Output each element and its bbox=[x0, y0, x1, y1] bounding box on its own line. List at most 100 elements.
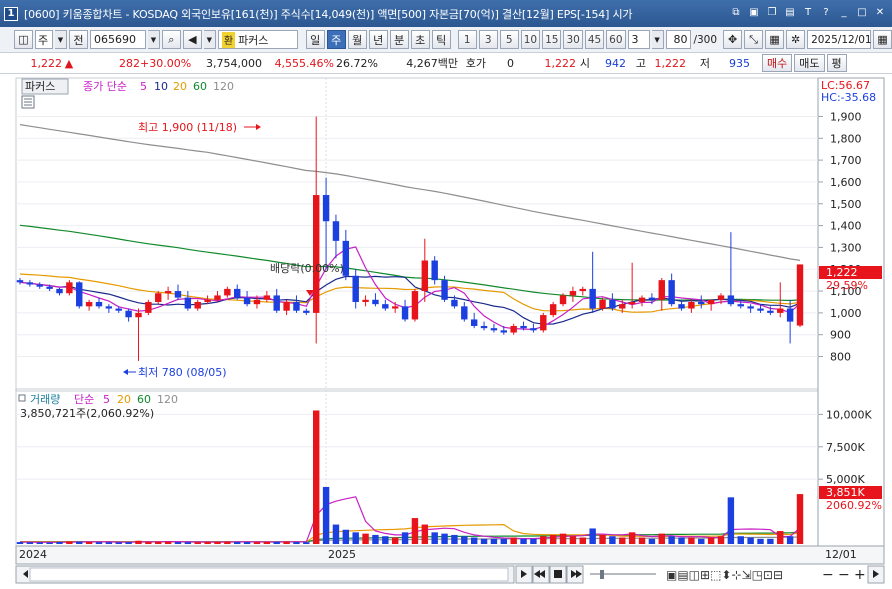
interval-5[interactable]: 5 bbox=[499, 30, 519, 49]
interval-input[interactable]: 3 bbox=[627, 30, 650, 49]
maximize-icon[interactable]: □ bbox=[856, 6, 868, 18]
interval-3[interactable]: 3 bbox=[478, 30, 498, 49]
chevron-down-icon[interactable]: ▼ bbox=[203, 30, 216, 49]
volume-bar bbox=[36, 542, 43, 544]
up-arrow-icon: ▲ bbox=[64, 56, 74, 70]
chart-svg[interactable]: 1,9001,8001,7001,6001,5001,4001,3001,200… bbox=[0, 74, 892, 589]
zoom-in-icon[interactable]: + bbox=[854, 567, 866, 583]
tool-icon[interactable]: ⤡ bbox=[744, 30, 764, 49]
period-year[interactable]: 년 bbox=[368, 30, 388, 49]
volume-bar bbox=[411, 518, 419, 544]
market-select[interactable]: 주 bbox=[35, 30, 53, 49]
search-icon[interactable]: ⌕ bbox=[161, 30, 181, 49]
period-week[interactable]: 주 bbox=[326, 30, 346, 49]
link-icon[interactable]: ⧉ bbox=[730, 6, 742, 18]
view-icons[interactable]: ▣▤◫⊞⬚⬍⊹⇲◳⊡⊟ bbox=[666, 568, 783, 582]
volume-bar bbox=[707, 537, 715, 544]
candle-body bbox=[184, 297, 192, 309]
open-value: 942 bbox=[605, 56, 626, 70]
volume-rate: 4,555.46% bbox=[274, 56, 334, 70]
volume-bar bbox=[263, 541, 271, 544]
candle-body bbox=[767, 310, 774, 313]
volume-bar bbox=[737, 536, 744, 544]
candle-body bbox=[46, 286, 53, 289]
lock-icon[interactable]: ▣ bbox=[748, 6, 760, 18]
candle-body bbox=[549, 304, 557, 316]
candle-body bbox=[520, 325, 527, 329]
volume-ma-label: 단순 bbox=[74, 393, 94, 406]
calendar-icon[interactable]: ▦ bbox=[873, 30, 892, 49]
volume-bar bbox=[688, 537, 695, 544]
volume-bar bbox=[372, 534, 379, 544]
scroll-controls[interactable]: ▣▤◫⊞⬚⬍⊹⇲◳⊡⊟ − − + bbox=[0, 564, 892, 589]
period-day[interactable]: 일 bbox=[305, 30, 325, 49]
interval-45[interactable]: 45 bbox=[584, 30, 605, 49]
hwan-badge: 환 bbox=[221, 31, 236, 48]
candle-body bbox=[135, 312, 142, 318]
minimize-icon[interactable]: _ bbox=[838, 6, 850, 18]
interval-60[interactable]: 60 bbox=[606, 30, 626, 49]
candle-body bbox=[401, 306, 409, 320]
gear-icon[interactable]: ✲ bbox=[786, 30, 806, 49]
volume-bar bbox=[342, 529, 350, 544]
vol-ma60-label: 60 bbox=[137, 393, 151, 406]
font-icon[interactable]: T bbox=[802, 6, 814, 18]
period-tick[interactable]: 틱 bbox=[431, 30, 451, 49]
chart-settings-icon[interactable]: ◫ bbox=[14, 30, 33, 49]
candle-body bbox=[322, 195, 330, 222]
date-input[interactable]: 2025/12/01 bbox=[807, 30, 872, 49]
close-icon[interactable]: ✕ bbox=[874, 6, 886, 18]
volume-bar bbox=[628, 532, 636, 544]
candle-body bbox=[579, 288, 586, 292]
stock-name-field[interactable]: 환 파커스 bbox=[217, 30, 298, 49]
volume-bar bbox=[243, 542, 251, 544]
volume-bar bbox=[510, 537, 517, 544]
candle-body bbox=[312, 195, 320, 313]
volume-bar bbox=[461, 536, 468, 544]
volume-bar bbox=[549, 534, 557, 544]
code-input[interactable]: 065690 bbox=[89, 30, 146, 49]
interval-15[interactable]: 15 bbox=[542, 30, 562, 49]
zoom-out-icon[interactable]: − bbox=[822, 567, 834, 583]
copy-icon[interactable]: ❐ bbox=[766, 6, 778, 18]
candle-body bbox=[352, 275, 359, 302]
candle-body bbox=[283, 301, 290, 311]
low-label: 저 bbox=[699, 57, 710, 70]
period-second[interactable]: 초 bbox=[410, 30, 430, 49]
chevron-down-icon[interactable]: ▼ bbox=[147, 30, 160, 49]
volume-axis: 10,000K 7,500K 5,000K bbox=[818, 408, 872, 486]
save-icon[interactable]: ▦ bbox=[765, 30, 785, 49]
volume-toggle-icon[interactable] bbox=[18, 394, 26, 402]
prefix-button[interactable]: 전 bbox=[68, 30, 88, 49]
ma60-label: 60 bbox=[193, 80, 207, 93]
interval-1[interactable]: 1 bbox=[457, 30, 477, 49]
volume-bar bbox=[56, 541, 63, 544]
candle-body bbox=[658, 280, 665, 300]
chevron-down-icon[interactable]: ▼ bbox=[651, 30, 664, 49]
period-month[interactable]: 월 bbox=[347, 30, 367, 49]
sell-button[interactable]: 매도 bbox=[794, 54, 825, 72]
open-label: 시 bbox=[579, 57, 590, 70]
period-minute[interactable]: 분 bbox=[389, 30, 409, 49]
candle-body bbox=[628, 301, 636, 305]
help-icon[interactable]: ? bbox=[820, 6, 832, 18]
print-icon[interactable]: ▤ bbox=[784, 6, 796, 18]
hoga-value: 0 bbox=[507, 56, 514, 70]
buy-button[interactable]: 매수 bbox=[762, 54, 793, 72]
shrink-icon[interactable]: − bbox=[838, 567, 850, 583]
chart-toolbar: ◫ 주 ▼ 전 065690 ▼ ⌕ ◀ ▼ 환 파커스 일 주 월 년 분 초… bbox=[0, 27, 892, 53]
volume-bar bbox=[214, 541, 221, 544]
interval-10[interactable]: 10 bbox=[520, 30, 541, 49]
zoom-slider-thumb[interactable] bbox=[600, 570, 604, 579]
speaker-icon[interactable]: ◀ bbox=[182, 30, 202, 49]
stop-icon[interactable] bbox=[554, 570, 562, 578]
crosshair-icon[interactable]: ✥ bbox=[723, 30, 743, 49]
interval-30[interactable]: 30 bbox=[563, 30, 583, 49]
chevron-down-icon[interactable]: ▼ bbox=[54, 30, 67, 49]
chart-area[interactable]: 1,9001,8001,7001,6001,5001,4001,3001,200… bbox=[0, 74, 892, 589]
average-button[interactable]: 평 bbox=[826, 54, 847, 72]
scroll-thumb[interactable] bbox=[29, 567, 509, 582]
candle-body bbox=[540, 315, 547, 331]
count-input[interactable]: 80 bbox=[665, 30, 692, 49]
candle-body bbox=[293, 301, 300, 311]
